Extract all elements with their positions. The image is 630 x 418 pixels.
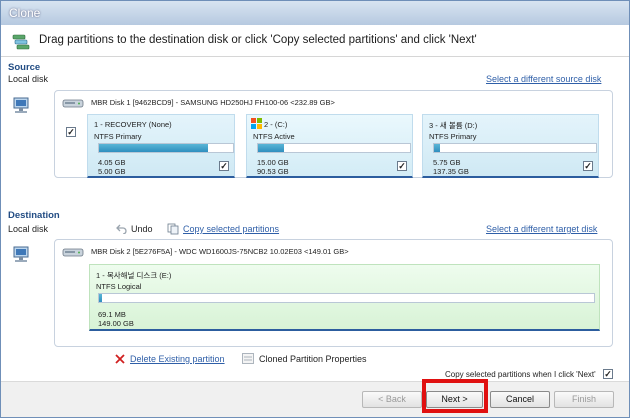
copy-on-next-label: Copy selected partitions when I click 'N… <box>445 370 596 379</box>
destination-section-title: Destination <box>8 210 60 221</box>
cloned-partition-properties-label: Cloned Partition Properties <box>259 354 367 364</box>
destination-disk-panel: MBR Disk 2 [5E276F5A] - WDC WD1600JS-75N… <box>54 239 613 347</box>
computer-icon <box>13 97 29 113</box>
partition-used-size: 69.1 MB <box>98 310 126 319</box>
destination-partition[interactable]: 1 - 복사해널 디스크 (E:) NTFS Logical 69.1 MB 1… <box>89 264 600 331</box>
undo-arrow-icon <box>116 224 127 234</box>
partition-total-size: 5.00 GB <box>98 167 126 176</box>
next-button-highlight <box>422 379 488 413</box>
partition-total-size: 149.00 GB <box>98 319 134 328</box>
destination-sub-label: Local disk <box>8 224 49 234</box>
partition-usage-bar <box>433 143 597 153</box>
back-button[interactable]: < Back <box>362 391 422 408</box>
button-bar: < Back Next > Cancel Finish <box>1 381 629 417</box>
source-partition-1[interactable]: 1 - RECOVERY (None) NTFS Primary 4.05 GB… <box>87 114 235 178</box>
partition-checkbox[interactable]: ✓ <box>397 161 407 171</box>
disk-drive-icon <box>62 99 84 108</box>
partition-usage-bar <box>257 143 411 153</box>
partition-usage-fill <box>434 144 441 152</box>
partition-usage-fill <box>99 144 208 152</box>
source-disk-checkbox[interactable]: ✓ <box>66 127 76 137</box>
partition-usage-bar <box>98 293 595 303</box>
title-bar: Clone <box>1 1 629 25</box>
partition-used-size: 5.75 GB <box>433 158 461 167</box>
select-source-disk-link[interactable]: Select a different source disk <box>486 74 601 84</box>
partition-used-size: 4.05 GB <box>98 158 126 167</box>
source-section-title: Source <box>8 62 41 73</box>
window-title: Clone <box>9 6 41 20</box>
partition-name: 1 - RECOVERY (None) <box>94 120 172 129</box>
copy-selected-partitions-link[interactable]: Copy selected partitions <box>183 224 279 234</box>
partition-type: NTFS Active <box>253 132 295 141</box>
source-disk-panel: MBR Disk 1 [9462BCD9] - SAMSUNG HD250HJ … <box>54 90 613 178</box>
partition-type: NTFS Logical <box>96 282 142 291</box>
partition-usage-bar <box>98 143 234 153</box>
partition-type: NTFS Primary <box>94 132 142 141</box>
delete-x-icon <box>115 354 125 364</box>
disk-drive-icon <box>62 248 84 257</box>
properties-icon <box>242 353 254 364</box>
instruction-text: Drag partitions to the destination disk … <box>39 34 477 46</box>
partition-name: 2 - (C:) <box>264 120 288 129</box>
source-partition-2[interactable]: 2 - (C:) NTFS Active 15.00 GB 90.53 GB ✓ <box>246 114 413 178</box>
partition-used-size: 15.00 GB <box>257 158 289 167</box>
partition-usage-fill <box>258 144 284 152</box>
partition-checkbox[interactable]: ✓ <box>219 161 229 171</box>
source-partition-3[interactable]: 3 - 새 볼륨 (D:) NTFS Primary 5.75 GB 137.3… <box>422 114 599 178</box>
delete-existing-partition-link[interactable]: Delete Existing partition <box>130 354 225 364</box>
clone-icon <box>12 34 30 50</box>
partition-type: NTFS Primary <box>429 132 477 141</box>
cancel-button[interactable]: Cancel <box>490 391 550 408</box>
source-disk-label: MBR Disk 1 [9462BCD9] - SAMSUNG HD250HJ … <box>91 98 335 107</box>
undo-label: Undo <box>131 224 153 234</box>
partition-checkbox[interactable]: ✓ <box>583 161 593 171</box>
partition-total-size: 137.35 GB <box>433 167 469 176</box>
copy-on-next-checkbox[interactable]: ✓ <box>603 369 613 379</box>
partition-name: 1 - 복사해널 디스크 (E:) <box>96 271 172 280</box>
partition-usage-fill <box>99 294 102 302</box>
copy-icon <box>167 223 179 235</box>
computer-icon <box>13 246 29 262</box>
partition-name: 3 - 새 볼륨 (D:) <box>429 121 478 130</box>
clone-window: Clone Drag partitions to the destination… <box>0 0 630 418</box>
finish-button[interactable]: Finish <box>554 391 614 408</box>
destination-disk-label: MBR Disk 2 [5E276F5A] - WDC WD1600JS-75N… <box>91 247 349 256</box>
windows-logo-icon <box>251 118 262 129</box>
instruction-header: Drag partitions to the destination disk … <box>1 25 629 57</box>
select-target-disk-link[interactable]: Select a different target disk <box>486 224 597 234</box>
partition-total-size: 90.53 GB <box>257 167 289 176</box>
source-sub-label: Local disk <box>8 74 49 84</box>
